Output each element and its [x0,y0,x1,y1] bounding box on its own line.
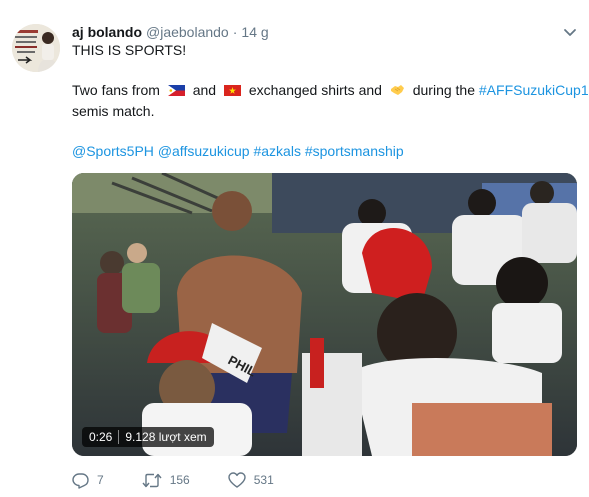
separator-dot: · [232,24,238,40]
tweet-mentions: @Sports5PH @affsuzukicup #azkals #sports… [72,142,404,161]
badge-divider [118,430,120,444]
caret-down-icon[interactable] [563,26,577,38]
like-button[interactable]: 531 [228,472,274,488]
hashtag-link[interactable]: #AFFSuzukiCup18 [479,82,589,98]
tweet: aj bolando @jaebolando · 14 g THIS IS SP… [0,0,589,497]
reply-icon [72,472,89,489]
text-fragment: Two fans from [72,82,160,98]
view-count: 9.128 lượt xem [125,430,207,444]
mention-link[interactable]: @Sports5PH [72,143,154,159]
retweet-count: 156 [169,473,190,487]
tweet-text-line-2: Two fans from and exchanged shirts and d… [72,81,589,100]
avatar[interactable] [12,24,60,72]
tweet-text-line-1: THIS IS SPORTS! [72,42,187,58]
hashtag-link[interactable]: #sportsmanship [305,143,404,159]
video-player[interactable]: PHIL [72,173,577,456]
tweet-header: aj bolando @jaebolando · 14 g [72,24,269,42]
reply-button[interactable]: 7 [72,472,104,489]
mention-link[interactable]: @affsuzukicup [158,143,250,159]
tweet-text-line-3: semis match. [72,103,155,119]
text-fragment: during the [412,82,475,98]
reply-count: 7 [97,473,104,487]
philippines-flag-icon [167,82,185,96]
text-fragment: exchanged shirts and [248,82,382,98]
retweet-icon [142,473,162,487]
vietnam-flag-icon [223,82,241,96]
like-count: 531 [253,473,274,487]
video-duration: 0:26 [89,430,113,444]
action-bar: 7 156 531 [72,470,274,490]
hashtag-link[interactable]: #azkals [253,143,300,159]
text-fragment: and [192,82,217,98]
handshake-icon [390,83,405,97]
like-icon [228,472,246,488]
display-name[interactable]: aj bolando [72,24,142,40]
retweet-button[interactable]: 156 [142,472,190,489]
username-handle[interactable]: @jaebolando [146,24,229,40]
video-info-badge: 0:26 9.128 lượt xem [82,427,214,447]
timestamp[interactable]: 14 g [241,24,268,40]
